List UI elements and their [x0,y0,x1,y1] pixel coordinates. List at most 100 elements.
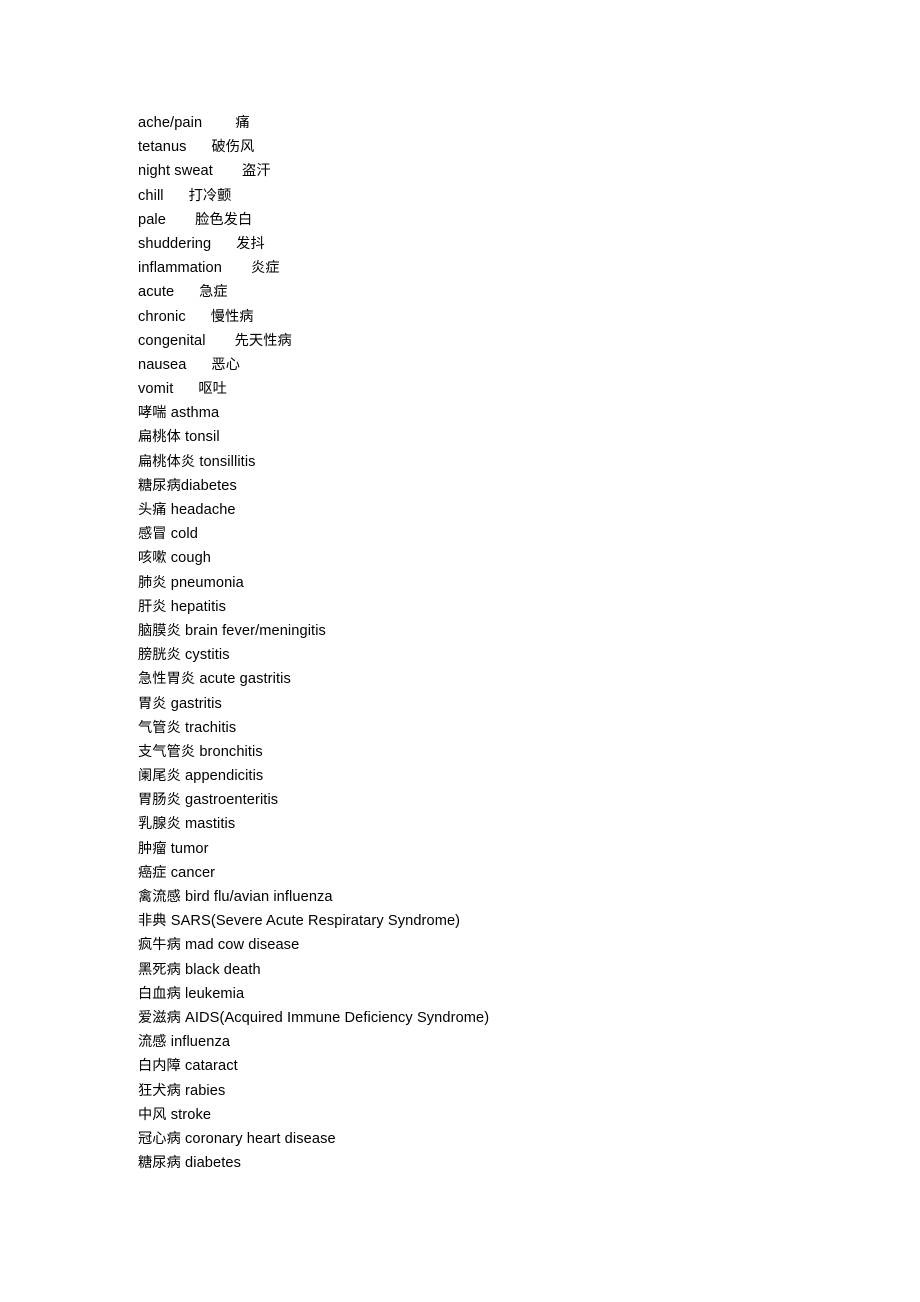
vocabulary-entry: tetanus 破伤风 [138,135,838,159]
entry-term-english: pneumonia [170,574,244,591]
vocabulary-entry: 乳腺炎 mastitis [138,812,838,836]
vocabulary-entry: 糖尿病 diabetes [138,1151,838,1175]
entry-gap [206,333,235,349]
entry-term-english: nausea [138,356,187,373]
entry-term-english: acute [138,284,175,301]
entry-term-chinese: 黑死病 [138,961,181,978]
entry-term-english: bronchitis [199,743,263,760]
vocabulary-entry: chill 打冷颤 [138,184,838,208]
entry-term-chinese: 禽流感 [138,889,181,905]
entry-term-english: leukemia [185,985,245,1002]
entry-term-chinese: 支气管炎 [138,743,196,760]
entry-term-chinese: 癌症 [138,864,167,881]
entry-term-chinese: 打冷颤 [188,187,232,204]
vocabulary-entry: 肺炎 pneumonia [138,571,838,595]
entry-term-english: vomit [138,381,174,398]
vocabulary-entry: 咳嗽 cough [138,546,838,570]
entry-term-chinese: 膀胱炎 [138,647,181,664]
entry-term-english: headache [170,502,236,518]
entry-term-english: rabies [185,1082,226,1099]
entry-term-chinese: 急性胃炎 [138,671,196,688]
entry-term-chinese: 肿瘤 [138,840,167,857]
vocabulary-entry: congenital 先天性病 [138,329,838,353]
vocabulary-entry: 中风 stroke [138,1103,838,1127]
entry-term-chinese: 盗汗 [242,163,271,180]
entry-gap [186,357,211,373]
vocabulary-entry: 禽流感 bird flu/avian influenza [138,885,838,909]
vocabulary-entry: 扁桃体 tonsil [138,425,838,449]
entry-term-english: bird flu/avian influenza [185,889,333,905]
entry-gap [164,188,189,204]
vocabulary-entry: 支气管炎 bronchitis [138,740,838,764]
entry-term-english: AIDS(Acquired Immune Deficiency Syndrome… [185,1009,490,1026]
vocabulary-entry: 膀胱炎 cystitis [138,643,838,667]
entry-term-chinese: 气管炎 [138,719,181,736]
entry-gap [213,163,242,179]
entry-term-chinese: 破伤风 [211,139,255,156]
entry-term-chinese: 爱滋病 [138,1009,181,1026]
entry-term-english: tonsil [185,429,220,446]
entry-term-chinese: 痛 [235,115,250,131]
entry-term-chinese: 胃炎 [138,695,167,712]
vocabulary-content: ache/pain 痛 tetanus 破伤风 night sweat 盗汗 chil… [138,111,838,1175]
entry-term-chinese: 哮喘 [138,405,167,422]
entry-term-english: cataract [185,1058,238,1075]
entry-term-english: tumor [170,840,209,857]
vocabulary-entry: shuddering 发抖 [138,232,838,256]
entry-term-english: chronic [138,308,186,325]
entry-gap [174,284,199,300]
entry-term-chinese: 疯牛病 [138,937,181,954]
entry-term-chinese: 白血病 [138,985,181,1002]
entry-term-english: diabetes [185,1155,242,1172]
entry-term-english: brain fever/meningitis [185,622,326,639]
vocabulary-entry: nausea 恶心 [138,353,838,377]
vocabulary-entry: 肿瘤 tumor [138,837,838,861]
entry-term-chinese: 胃肠炎 [138,792,181,809]
entry-gap [222,260,251,276]
vocabulary-entry: 非典 SARS(Severe Acute Respiratary Syndrom… [138,909,838,933]
vocabulary-entry: 哮喘 asthma [138,401,838,425]
entry-term-english: black death [185,961,261,978]
vocabulary-entry: ache/pain 痛 [138,111,838,135]
entry-term-english: tetanus [138,139,187,156]
vocabulary-entry: 头痛 headache [138,498,838,522]
vocabulary-entry: 白血病 leukemia [138,982,838,1006]
entry-term-english: mad cow disease [185,937,300,954]
entry-term-chinese: 咳嗽 [138,550,167,567]
entry-term-english: diabetes [180,477,237,494]
entry-term-chinese: 肝炎 [138,598,167,615]
vocabulary-entry: acute 急症 [138,280,838,304]
vocabulary-entry: inflammation 炎症 [138,256,838,280]
entry-term-chinese: 头痛 [138,502,167,518]
vocabulary-entry: night sweat 盗汗 [138,159,838,183]
entry-term-english: gastroenteritis [185,792,279,809]
vocabulary-entry: 胃肠炎 gastroenteritis [138,788,838,812]
entry-term-chinese: 糖尿病 [138,1155,181,1172]
entry-term-chinese: 慢性病 [210,308,254,325]
vocabulary-entry: 胃炎 gastritis [138,692,838,716]
entry-term-english: cystitis [185,647,230,664]
entry-term-english: acute gastritis [199,671,291,688]
vocabulary-entry: 阑尾炎 appendicitis [138,764,838,788]
entry-term-chinese: 白内障 [138,1058,181,1075]
entry-term-english: stroke [170,1106,212,1123]
vocabulary-entry: 爱滋病 AIDS(Acquired Immune Deficiency Synd… [138,1006,838,1030]
entry-term-chinese: 先天性病 [234,332,292,349]
entry-term-english: cough [170,550,211,567]
vocabulary-entry: 肝炎 hepatitis [138,595,838,619]
entry-term-chinese: 脸色发白 [195,211,253,228]
vocabulary-entry: chronic 慢性病 [138,305,838,329]
vocabulary-entry: 急性胃炎 acute gastritis [138,667,838,691]
entry-term-chinese: 扁桃体 [138,429,181,446]
entry-term-english: ache/pain [138,115,203,131]
entry-term-english: tonsillitis [199,453,256,470]
vocabulary-entry: 脑膜炎 brain fever/meningitis [138,619,838,643]
entry-term-chinese: 流感 [138,1034,167,1051]
entry-gap [186,309,211,325]
entry-gap [173,381,198,397]
entry-term-english: appendicitis [185,768,264,785]
entry-term-chinese: 乳腺炎 [138,816,181,833]
vocabulary-entry: 狂犬病 rabies [138,1079,838,1103]
entry-term-english: gastritis [170,695,222,712]
entry-term-english: influenza [170,1034,231,1051]
